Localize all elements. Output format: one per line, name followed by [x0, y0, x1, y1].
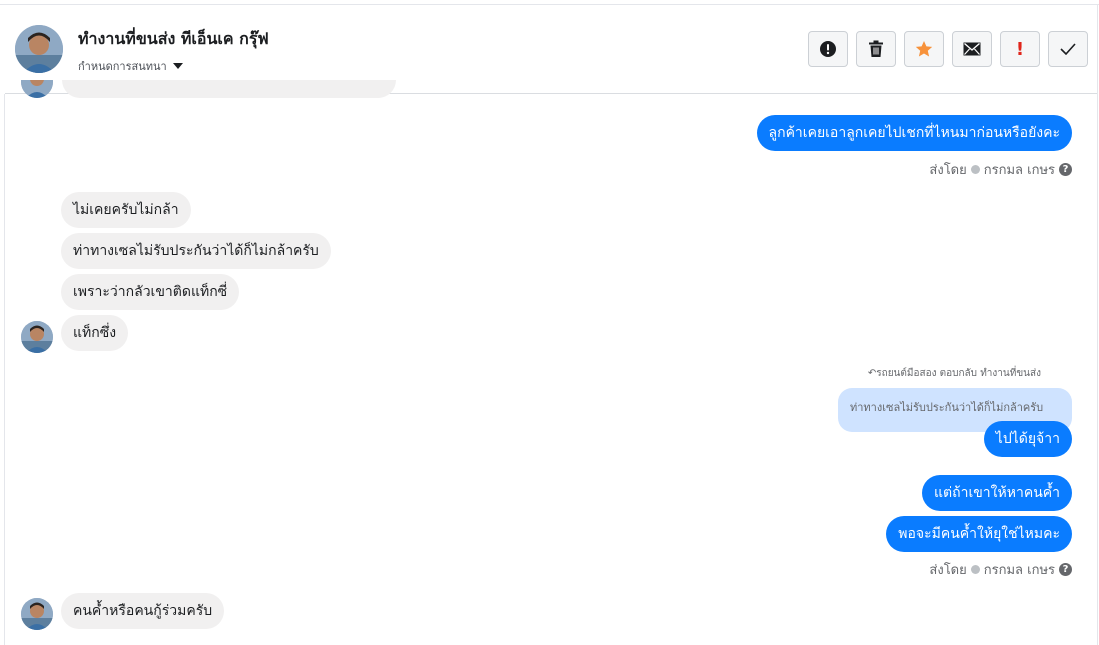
- trash-icon: [869, 40, 883, 57]
- conversation-toolbar: !: [808, 31, 1088, 67]
- report-button[interactable]: [808, 31, 848, 67]
- message-bubble-incoming[interactable]: ท่าทางเซลไม่รับประกันว่าได้ก็ไม่กล้าครับ: [61, 233, 331, 269]
- message-bubble-outgoing[interactable]: แต่ถ้าเขาให้หาคนค้ำ: [922, 475, 1072, 511]
- sent-by-info: ส่งโดย กรกมล เกษร ?: [929, 559, 1072, 580]
- sender-avatar: [21, 80, 53, 98]
- assign-label: กำหนดการสนทนา: [78, 60, 167, 73]
- message-bubble-outgoing[interactable]: พอจะมีคนค้ำให้ยุใช่ไหมคะ: [886, 516, 1072, 552]
- message-bubble-incoming[interactable]: คนค้ำหรือคนกู้ร่วมครับ: [61, 593, 225, 629]
- star-button[interactable]: [904, 31, 944, 67]
- message-bubble-incoming[interactable]: ไม่เคยครับไม่กล้า: [61, 192, 191, 228]
- caret-down-icon: [172, 63, 183, 69]
- page-dot-icon: [970, 565, 980, 574]
- contact-name[interactable]: ทำงานที่ขนส่ง ทีเอ็นเค กรุ๊ฟ: [78, 27, 269, 52]
- messenger-conversation: ทำงานที่ขนส่ง ทีเอ็นเค กรุ๊ฟ กำหนดการสนท…: [0, 0, 1099, 645]
- sent-by-label: ส่งโดย: [929, 163, 967, 178]
- sent-by-label: ส่งโดย: [929, 563, 967, 578]
- reply-arrow-icon: ↶: [867, 368, 877, 379]
- divider: [1097, 4, 1098, 645]
- sender-name: กรกมล เกษร: [983, 163, 1055, 178]
- star-icon: [915, 41, 933, 57]
- message-bubble-outgoing[interactable]: ลูกค้าเคยเอาลูกเคยไปเชกที่ไหนมาก่อนหรือย…: [756, 115, 1072, 151]
- message-bubble-incoming[interactable]: เพราะว่ากลัวเขาติดแท็กซี่: [61, 274, 240, 310]
- help-icon[interactable]: ?: [1059, 563, 1072, 576]
- important-button[interactable]: !: [1000, 31, 1040, 67]
- message-bubble-incoming[interactable]: แท็กซึ่ง: [61, 315, 129, 351]
- divider: [4, 94, 5, 645]
- envelope-icon: [963, 42, 981, 56]
- mail-button[interactable]: [952, 31, 992, 67]
- sent-by-info: ส่งโดย กรกมล เกษร ?: [929, 159, 1072, 180]
- delete-button[interactable]: [856, 31, 896, 67]
- exclamation-circle-icon: [820, 41, 836, 57]
- sender-avatar[interactable]: [21, 598, 53, 630]
- sender-avatar[interactable]: [21, 321, 53, 353]
- done-button[interactable]: [1048, 31, 1088, 67]
- sender-name: กรกมล เกษร: [983, 563, 1055, 578]
- page-dot-icon: [970, 165, 980, 174]
- assign-conversation-dropdown[interactable]: กำหนดการสนทนา: [78, 57, 183, 75]
- check-icon: [1060, 43, 1076, 55]
- message-bubble-outgoing[interactable]: ไปได้ยุจ้าา: [983, 421, 1072, 457]
- message-bubble-partial[interactable]: [62, 80, 396, 98]
- contact-avatar[interactable]: [15, 25, 63, 73]
- reply-context: ↶รถยนต์มือสอง ตอบกลับ ทำงานที่ขนส่ง: [868, 366, 1041, 381]
- important-label: !: [1015, 38, 1025, 60]
- help-icon[interactable]: ?: [1059, 163, 1072, 176]
- reply-note-text: รถยนต์มือสอง ตอบกลับ ทำงานที่ขนส่ง: [876, 368, 1041, 379]
